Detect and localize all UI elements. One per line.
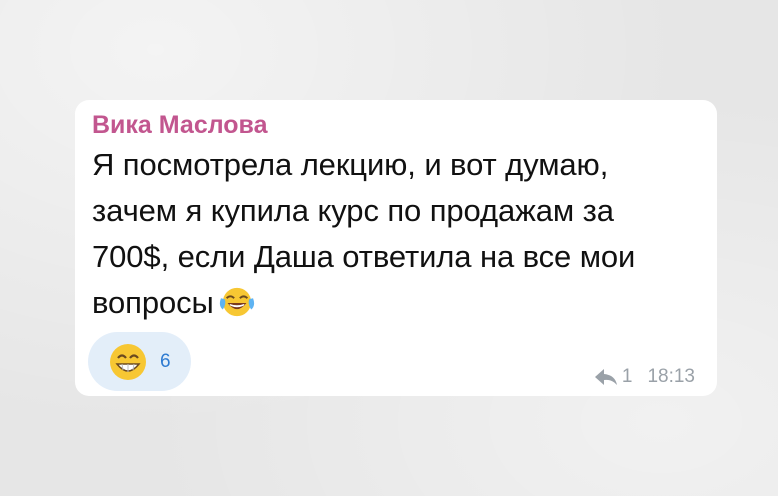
message-text: Я посмотрела лекцию, и вот думаю, зачем … (92, 142, 700, 326)
message-meta: 1 18:13 (594, 366, 695, 388)
sender-name[interactable]: Вика Маслова (92, 110, 700, 140)
grinning-face-with-smiling-eyes-icon (110, 343, 146, 380)
reply-count[interactable]: 1 (622, 366, 633, 388)
reply-arrow-icon[interactable] (594, 368, 618, 386)
reaction-chip[interactable]: 6 (88, 332, 191, 391)
message-text-body: Я посмотрела лекцию, и вот думаю, зачем … (92, 147, 636, 320)
face-with-tears-of-joy-icon (219, 287, 254, 317)
message-time: 18:13 (647, 366, 695, 387)
message-bubble[interactable]: Вика Маслова Я посмотрела лекцию, и вот … (75, 100, 717, 396)
reaction-count: 6 (160, 350, 171, 372)
